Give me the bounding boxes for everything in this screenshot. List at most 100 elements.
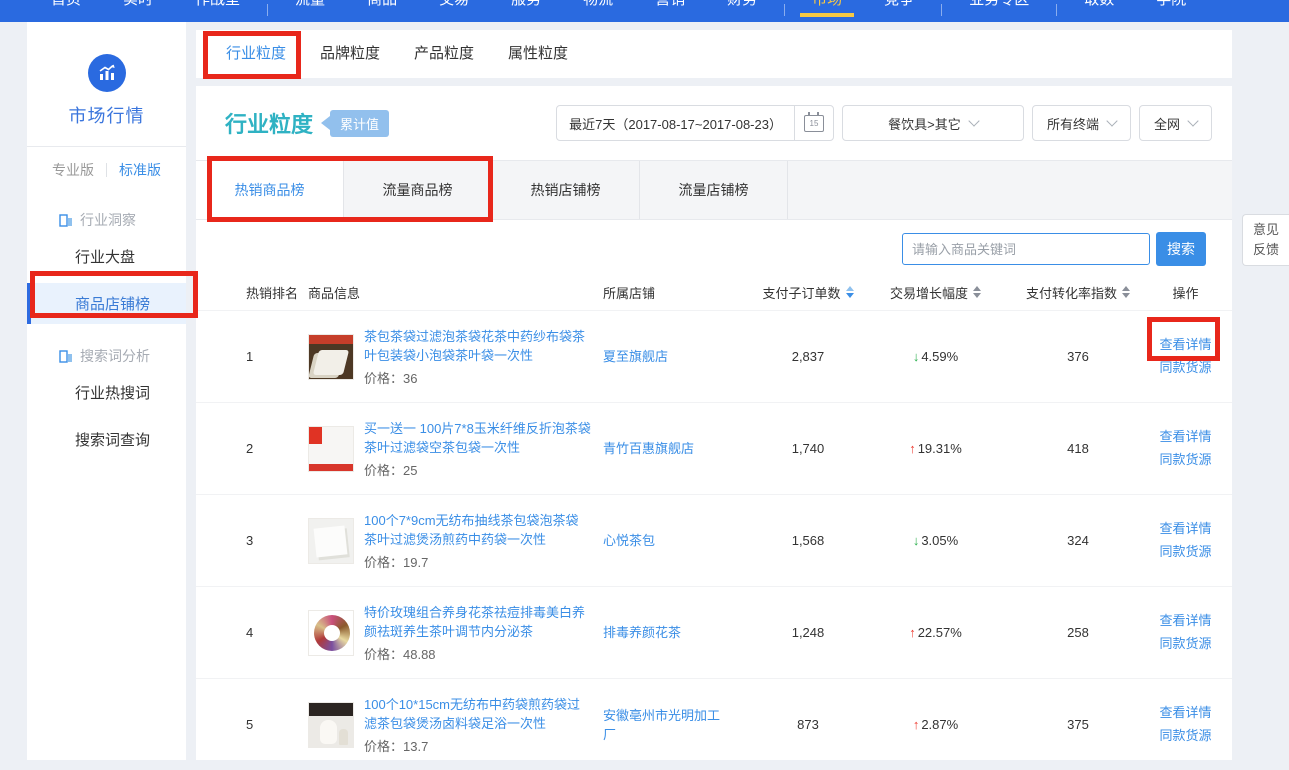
- shop-link[interactable]: 安徽亳州市光明加工厂: [603, 706, 730, 744]
- product-image[interactable]: [308, 702, 354, 748]
- sidebar-item-search-word-query[interactable]: 搜索词查询: [27, 419, 186, 460]
- view-detail-link[interactable]: 查看详情: [1159, 704, 1211, 722]
- growth-cell: ↓ 4.59%: [868, 349, 1003, 364]
- nav-item-logistics[interactable]: 物流: [583, 0, 613, 17]
- actions-cell: 查看详情 同款货源: [1153, 704, 1218, 745]
- product-image[interactable]: [308, 334, 354, 380]
- sort-icon[interactable]: [1122, 286, 1130, 298]
- product-cell: 100个10*15cm无纺布中药袋煎药袋过滤茶包袋煲汤卤料袋足浴一次性 价格：1…: [308, 695, 603, 755]
- growth-cell: ↑ 22.57%: [868, 625, 1003, 640]
- growth-cell: ↑ 2.87%: [868, 717, 1003, 732]
- subtab-traffic-shops[interactable]: 流量店铺榜: [640, 161, 788, 219]
- down-arrow-icon: ↓: [913, 533, 920, 548]
- same-supply-link[interactable]: 同款货源: [1159, 635, 1211, 653]
- search-button[interactable]: 搜索: [1156, 232, 1206, 266]
- subtab-hot-products[interactable]: 热销商品榜: [196, 161, 344, 219]
- shop-link[interactable]: 心悦茶包: [603, 531, 730, 550]
- up-arrow-icon: ↑: [909, 625, 916, 640]
- orders-cell: 2,837: [748, 349, 868, 364]
- shop-link[interactable]: 青竹百惠旗舰店: [603, 439, 730, 458]
- page-title: 行业粒度: [225, 107, 313, 139]
- conversion-cell: 418: [1003, 441, 1153, 456]
- nav-item-warroom[interactable]: 作战室: [195, 0, 240, 17]
- nav-item-service[interactable]: 服务: [511, 0, 541, 17]
- product-cell: 特价玫瑰组合养身花茶祛痘排毒美白养颜祛斑养生茶叶调节内分泌茶 价格：48.88: [308, 603, 603, 663]
- building-icon: [59, 350, 73, 363]
- terminal-dropdown[interactable]: 所有终端: [1032, 105, 1131, 141]
- product-image[interactable]: [308, 518, 354, 564]
- network-dropdown[interactable]: 全网: [1139, 105, 1212, 141]
- top-navigation: 首页 实时 作战室 流量 商品 交易 服务 物流 营销 财务 市场 竞争 业务专…: [0, 0, 1289, 22]
- column-conversion[interactable]: 支付转化率指数: [1003, 283, 1153, 302]
- shop-link[interactable]: 排毒养颜花茶: [603, 623, 730, 642]
- column-conversion-label: 支付转化率指数: [1026, 283, 1117, 302]
- product-cell: 100个7*9cm无纺布抽线茶包袋泡茶袋茶叶过滤煲汤煎药中药袋一次性 价格：19…: [308, 511, 603, 571]
- product-image[interactable]: [308, 610, 354, 656]
- sort-icon[interactable]: [846, 286, 854, 298]
- tab-attribute-granularity[interactable]: 属性粒度: [508, 30, 568, 78]
- nav-item-trade[interactable]: 交易: [439, 0, 469, 17]
- product-image[interactable]: [308, 426, 354, 472]
- up-arrow-icon: ↑: [913, 717, 920, 732]
- subtab-filler: [788, 161, 1232, 219]
- view-detail-link[interactable]: 查看详情: [1159, 428, 1211, 446]
- product-title-link[interactable]: 100个10*15cm无纺布中药袋煎药袋过滤茶包袋煲汤卤料袋足浴一次性: [364, 695, 591, 733]
- tab-industry-granularity[interactable]: 行业粒度: [226, 30, 286, 78]
- same-supply-link[interactable]: 同款货源: [1159, 451, 1211, 469]
- nav-item-product[interactable]: 商品: [367, 0, 397, 17]
- search-row: 搜索: [196, 220, 1232, 274]
- orders-cell: 873: [748, 717, 868, 732]
- version-tab-standard[interactable]: 标准版: [107, 160, 173, 180]
- chevron-down-icon: [1106, 115, 1117, 126]
- column-orders[interactable]: 支付子订单数: [748, 283, 868, 302]
- version-tab-pro[interactable]: 专业版: [40, 160, 106, 180]
- feedback-button[interactable]: 意见 反馈: [1242, 214, 1289, 266]
- nav-item-data-fetch[interactable]: 取数: [1084, 0, 1114, 17]
- category-value: 餐饮具>其它: [888, 114, 961, 133]
- date-range-picker[interactable]: 最近7天（2017-08-17~2017-08-23） 15: [556, 105, 834, 141]
- column-growth[interactable]: 交易增长幅度: [868, 283, 1003, 302]
- nav-item-finance[interactable]: 财务: [727, 0, 757, 17]
- nav-item-traffic[interactable]: 流量: [295, 0, 325, 17]
- column-shop: 所属店铺: [603, 283, 748, 302]
- search-input[interactable]: [902, 233, 1150, 265]
- nav-item-home[interactable]: 首页: [51, 0, 81, 17]
- version-switcher: 专业版 标准版: [27, 147, 186, 188]
- view-detail-link[interactable]: 查看详情: [1159, 336, 1211, 354]
- product-title-link[interactable]: 茶包茶袋过滤泡茶袋花茶中药纱布袋茶叶包装袋小泡袋茶叶袋一次性: [364, 327, 591, 365]
- product-title-link[interactable]: 特价玫瑰组合养身花茶祛痘排毒美白养颜祛斑养生茶叶调节内分泌茶: [364, 603, 591, 641]
- view-detail-link[interactable]: 查看详情: [1159, 520, 1211, 538]
- product-title-link[interactable]: 100个7*9cm无纺布抽线茶包袋泡茶袋茶叶过滤煲汤煎药中药袋一次性: [364, 511, 591, 549]
- product-title-link[interactable]: 买一送一 100片7*8玉米纤维反折泡茶袋茶叶过滤袋空茶包袋一次性: [364, 419, 591, 457]
- category-dropdown[interactable]: 餐饮具>其它: [842, 105, 1024, 141]
- nav-item-market[interactable]: 市场: [812, 0, 842, 17]
- nav-item-business-zone[interactable]: 业务专区: [969, 0, 1029, 17]
- view-detail-link[interactable]: 查看详情: [1159, 612, 1211, 630]
- chevron-down-icon: [1187, 115, 1198, 126]
- shop-link[interactable]: 夏至旗舰店: [603, 347, 730, 366]
- nav-item-competition[interactable]: 竞争: [884, 0, 914, 17]
- nav-item-realtime[interactable]: 实时: [123, 0, 153, 17]
- tab-product-granularity[interactable]: 产品粒度: [414, 30, 474, 78]
- subtab-traffic-products[interactable]: 流量商品榜: [344, 161, 492, 219]
- sidebar-item-hot-search-words[interactable]: 行业热搜词: [27, 372, 186, 413]
- date-range-label: 最近7天（2017-08-17~2017-08-23）: [557, 114, 794, 133]
- rank-cell: 2: [238, 441, 308, 456]
- calendar-button[interactable]: 15: [794, 106, 833, 140]
- same-supply-link[interactable]: 同款货源: [1159, 727, 1211, 745]
- app-title: 市场行情: [27, 102, 186, 128]
- rank-cell: 3: [238, 533, 308, 548]
- sidebar-item-product-shop-rank[interactable]: 商品店铺榜: [27, 283, 186, 324]
- network-value: 全网: [1154, 114, 1180, 133]
- subtab-hot-shops[interactable]: 热销店铺榜: [492, 161, 640, 219]
- sidebar-item-industry-overview[interactable]: 行业大盘: [27, 236, 186, 277]
- rank-cell: 1: [238, 349, 308, 364]
- tab-brand-granularity[interactable]: 品牌粒度: [320, 30, 380, 78]
- same-supply-link[interactable]: 同款货源: [1159, 359, 1211, 377]
- nav-item-academy[interactable]: 学院: [1156, 0, 1186, 17]
- product-price: 价格：25: [364, 460, 591, 479]
- sort-icon[interactable]: [973, 286, 981, 298]
- same-supply-link[interactable]: 同款货源: [1159, 543, 1211, 561]
- actions-cell: 查看详情 同款货源: [1153, 612, 1218, 653]
- nav-item-marketing[interactable]: 营销: [655, 0, 685, 17]
